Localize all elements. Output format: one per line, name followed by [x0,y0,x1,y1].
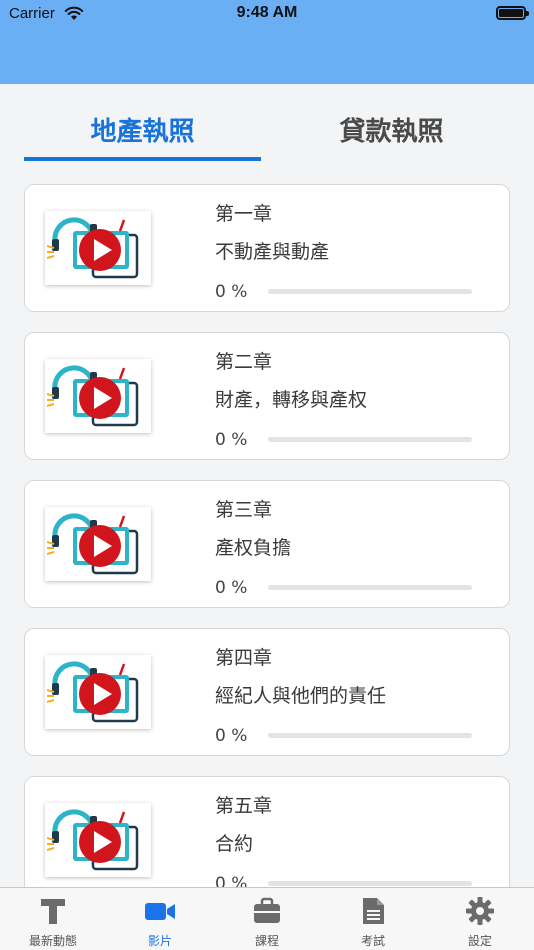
chapter-number: 第一章 [215,203,273,225]
progress-percent: 0 % [215,874,248,887]
tab-loan-license[interactable]: 貸款執照 [273,104,510,162]
status-time: 9:48 AM [236,4,298,21]
progress-percent: 0 % [215,726,248,746]
video-camera-icon [145,903,175,920]
chapter-card[interactable]: 第三章 產权負擔 0 % [24,480,510,608]
document-icon [363,898,384,924]
tabbar-item-exams[interactable]: 考試 [320,888,426,950]
video-play-icon [46,661,139,723]
progress-bar [268,289,472,294]
chapter-title: 合約 [215,833,254,855]
chapter-card[interactable]: 第一章 不動產與動產 0 % [24,184,510,312]
video-thumbnail [45,507,151,581]
chapter-title: 財產，轉移與產权 [215,389,368,411]
progress-percent: 0 % [215,430,248,450]
tabbar-label: 最新動態 [28,934,77,948]
chapter-title: 不動產與動產 [215,241,330,263]
tab-real-estate-license[interactable]: 地產執照 [24,104,261,162]
video-thumbnail [45,803,151,877]
progress-bar [268,585,472,590]
progress-bar [268,881,472,886]
video-play-icon [46,809,139,871]
tabbar-label: 考試 [360,934,385,948]
chapter-card[interactable]: 第五章 合約 0 % [24,776,510,887]
video-thumbnail [45,359,151,433]
tabbar-item-courses[interactable]: 課程 [214,888,320,950]
gear-icon [466,897,494,925]
battery-icon [496,6,529,20]
progress-percent: 0 % [215,578,248,598]
active-tab-indicator [24,157,261,161]
chapter-number: 第四章 [215,647,273,669]
video-play-icon [46,513,139,575]
progress-percent: 0 % [215,282,248,302]
video-thumbnail [45,211,151,285]
chapter-card[interactable]: 第四章 經紀人與他們的責任 0 % [24,628,510,756]
video-thumbnail [45,655,151,729]
license-tabs: 地產執照 貸款執照 [24,104,510,162]
status-bar: Carrier 9:48 AM [0,0,534,28]
tabbar-item-settings[interactable]: 設定 [427,888,533,950]
tabbar-item-videos[interactable]: 影片 [107,888,213,950]
chapter-card[interactable]: 第二章 財產，轉移與產权 0 % [24,332,510,460]
tabbar-label: 影片 [147,934,172,948]
chapter-title: 經紀人與他們的責任 [215,685,387,707]
tabbar-label: 設定 [467,934,492,948]
chapter-list[interactable]: 第一章 不動產與動產 0 % 第二章 財產，轉移與產权 0 % 第三章 產权負擔… [24,184,510,887]
progress-bar [268,733,472,738]
briefcase-icon [254,897,280,923]
text-t-icon [41,899,65,924]
progress-bar [268,437,472,442]
tabbar-item-news[interactable]: 最新動態 [0,888,106,950]
video-play-icon [46,365,139,427]
chapter-title: 產权負擔 [215,537,292,559]
chapter-number: 第五章 [215,795,273,817]
bottom-tab-bar: 最新動態 影片 課程 考試 設定 [0,887,534,950]
chapter-number: 第三章 [215,499,273,521]
chapter-number: 第二章 [215,351,273,373]
video-play-icon [46,217,139,279]
tabbar-label: 課程 [254,934,279,948]
